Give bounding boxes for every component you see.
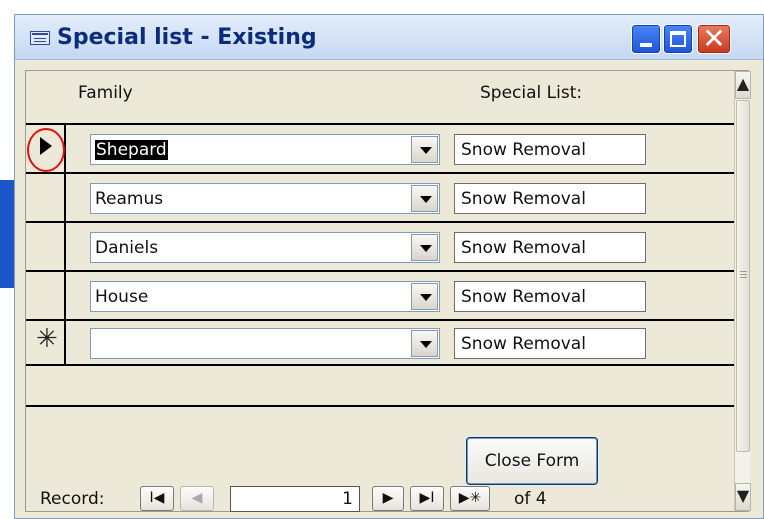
maximize-icon xyxy=(670,31,686,47)
record-count: of 4 xyxy=(514,489,547,509)
next-record-button[interactable]: ▶ xyxy=(372,486,404,511)
form-footer-divider xyxy=(26,405,734,407)
close-button[interactable]: ✕ xyxy=(697,24,731,54)
special-list-field[interactable]: Snow Removal xyxy=(454,281,646,312)
family-combobox[interactable]: Shepard xyxy=(90,134,440,165)
record-selector[interactable] xyxy=(26,174,66,221)
family-combobox[interactable] xyxy=(90,328,440,359)
close-form-button[interactable]: Close Form xyxy=(466,437,598,485)
new-record-row: ✳ Snow Removal xyxy=(26,321,734,366)
record-navigation-bar: Record: I◀ ◀ 1 ▶ ▶I ▶✳ of 4 xyxy=(26,485,734,513)
vertical-scrollbar[interactable]: ▲ ▼ xyxy=(734,71,751,511)
column-header-row: Family Special List: xyxy=(26,71,734,125)
access-form-window: Special list - Existing ✕ Family Special… xyxy=(14,14,764,519)
special-list-field[interactable]: Snow Removal xyxy=(454,183,646,214)
family-column-header: Family xyxy=(78,83,133,103)
background-strip xyxy=(0,180,14,288)
record-selector[interactable] xyxy=(26,125,66,172)
table-row: Reamus Snow Removal xyxy=(26,174,734,223)
dropdown-arrow-icon[interactable] xyxy=(411,234,438,261)
table-row: Shepard Snow Removal xyxy=(26,125,734,174)
family-value: House xyxy=(95,287,149,307)
special-list-value: Snow Removal xyxy=(461,189,586,209)
record-selector[interactable] xyxy=(26,272,66,319)
special-list-value: Snow Removal xyxy=(461,140,586,160)
family-value: Reamus xyxy=(95,189,164,209)
close-icon: ✕ xyxy=(702,22,726,55)
dropdown-arrow-icon[interactable] xyxy=(411,185,438,212)
family-combobox[interactable]: House xyxy=(90,281,440,312)
record-number-input[interactable]: 1 xyxy=(230,486,360,512)
family-combobox[interactable]: Reamus xyxy=(90,183,440,214)
dropdown-arrow-icon[interactable] xyxy=(411,330,438,357)
table-row: House Snow Removal xyxy=(26,272,734,321)
record-label: Record: xyxy=(40,489,105,509)
scroll-down-button[interactable]: ▼ xyxy=(735,483,751,511)
form-body: Family Special List: Shepard Snow Remova… xyxy=(25,70,751,513)
maximize-button[interactable] xyxy=(663,24,693,54)
family-value: Daniels xyxy=(95,238,159,258)
minimize-button[interactable] xyxy=(631,24,661,54)
special-list-value: Snow Removal xyxy=(461,238,586,258)
previous-record-button[interactable]: ◀ xyxy=(180,486,214,511)
new-record-star-icon: ✳ xyxy=(36,324,58,354)
window-title: Special list - Existing xyxy=(57,25,317,50)
record-selector[interactable]: ✳ xyxy=(26,321,66,364)
title-bar[interactable]: Special list - Existing ✕ xyxy=(15,15,763,60)
scroll-up-button[interactable]: ▲ xyxy=(735,71,751,99)
new-record-button[interactable]: ▶✳ xyxy=(450,486,490,511)
first-record-button[interactable]: I◀ xyxy=(140,486,174,511)
special-list-value: Snow Removal xyxy=(461,287,586,307)
table-row: Daniels Snow Removal xyxy=(26,223,734,272)
highlight-circle xyxy=(27,128,65,172)
special-list-column-header: Special List: xyxy=(480,83,583,103)
record-selector[interactable] xyxy=(26,223,66,270)
special-list-field[interactable]: Snow Removal xyxy=(454,328,646,359)
scroll-thumb[interactable] xyxy=(736,100,750,452)
special-list-field[interactable]: Snow Removal xyxy=(454,232,646,263)
family-value: Shepard xyxy=(95,140,168,160)
dropdown-arrow-icon[interactable] xyxy=(411,283,438,310)
special-list-value: Snow Removal xyxy=(461,334,586,354)
form-icon xyxy=(30,31,50,45)
background xyxy=(0,0,764,10)
minimize-icon xyxy=(640,43,652,47)
last-record-button[interactable]: ▶I xyxy=(410,486,444,511)
dropdown-arrow-icon[interactable] xyxy=(411,136,438,163)
special-list-field[interactable]: Snow Removal xyxy=(454,134,646,165)
family-combobox[interactable]: Daniels xyxy=(90,232,440,263)
